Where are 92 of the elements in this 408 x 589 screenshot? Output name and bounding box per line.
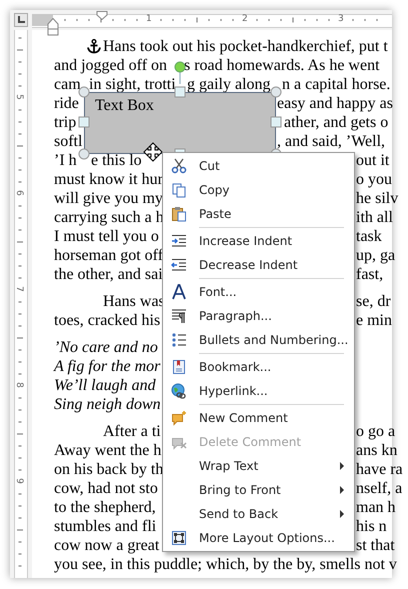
body-text-fragment: his n (356, 517, 387, 536)
body-text-line: to the shepherd, (54, 499, 156, 516)
menu-item[interactable]: Copy (165, 178, 352, 202)
verse-line: Sing neigh down (54, 396, 161, 413)
body-text-fragment: ith all (356, 208, 393, 227)
decrease-indent-icon (171, 257, 187, 273)
comment-icon (171, 410, 187, 426)
body-text-fragment: se, dr (356, 292, 391, 311)
menu-item[interactable]: Font... (165, 280, 352, 304)
body-text-line: cow now a great (54, 537, 160, 554)
body-text-fragment: s road homewards. As he went (184, 56, 380, 75)
body-text-line: horseman got off (54, 247, 164, 264)
menu-item[interactable]: Bring to Front (165, 478, 352, 502)
menu-item[interactable]: Send to Back (165, 502, 352, 526)
increase-indent-icon (171, 233, 187, 249)
layout-options-icon (171, 530, 187, 546)
body-text-line: the other, and sai (54, 266, 163, 283)
body-text-fragment: e min (356, 311, 392, 330)
bulleted-list-icon (171, 332, 187, 348)
body-text-fragment: , and said, ’Well, (277, 132, 386, 151)
paste-icon (171, 206, 187, 222)
body-text-line: stumbles and fli (54, 518, 156, 535)
body-text-line: ’I h (54, 152, 77, 169)
resize-handle[interactable] (174, 86, 186, 98)
ruler-number: 1 (146, 14, 152, 24)
body-text-line: toes, cracked his (54, 312, 160, 329)
ruler-number: 8 (14, 382, 24, 388)
body-text-line: I must tell you o (54, 228, 159, 245)
body-text-line: you see, in this puddle; which, by the by, smells not v (54, 556, 397, 573)
body-text-fragment: fast, (356, 265, 384, 284)
body-text-line: cow, had not sto (54, 480, 158, 497)
body-text-fragment: o you (356, 170, 392, 189)
menu-item[interactable]: New Comment (165, 406, 352, 430)
body-text-fragment: ans kn (356, 441, 398, 460)
body-text-fragment: n a capital horse. (282, 75, 390, 94)
verse-line: We’ll laugh and (54, 377, 156, 394)
body-text-line: Away went the h (54, 442, 162, 459)
menu-item[interactable]: Bookmark... (165, 355, 352, 379)
body-text-fragment: st that (356, 536, 395, 555)
body-text-fragment: ather, and gets o (284, 113, 388, 132)
ruler-number: 9 (14, 478, 24, 484)
tab-left-icon (17, 16, 25, 24)
ruler-number: 3 (338, 14, 344, 24)
body-text-fragment: man h (356, 498, 396, 517)
body-text-fragment: up, ga (356, 246, 396, 265)
font-icon (171, 284, 187, 300)
menu-item[interactable]: Cut (165, 154, 352, 178)
body-text-fragment: e this lo (91, 151, 142, 170)
ruler-number: 5 (14, 94, 24, 100)
menu-item[interactable]: Bullets and Numbering... (165, 328, 352, 352)
ruler-number: 6 (14, 190, 24, 196)
menu-item[interactable]: Wrap Text (165, 454, 352, 478)
body-text-line: must know it hur (54, 171, 163, 188)
verse-line: ’No care and no (54, 339, 158, 356)
text-box[interactable]: Text Box (84, 92, 276, 154)
first-line-indent-marker-icon[interactable] (96, 11, 108, 20)
ruler-number: 2 (242, 14, 248, 24)
body-text-line: Hans took out his pocket-handkerchief, put t (103, 38, 388, 55)
tab-stop-selector[interactable] (14, 13, 28, 27)
body-text-fragment: have ra (356, 460, 403, 479)
body-text-fragment: out it (356, 151, 390, 170)
body-text-line: will give you my (54, 190, 163, 207)
menu-item[interactable]: Increase Indent (165, 229, 352, 253)
body-text-fragment: nself, a (356, 479, 402, 498)
cut-icon (171, 158, 187, 174)
menu-item[interactable]: Decrease Indent (165, 253, 352, 277)
body-text-line: ride (54, 95, 79, 112)
menu-item[interactable]: Paragraph... (165, 304, 352, 328)
ruler-number: 7 (14, 286, 24, 292)
body-text-fragment: o go a (356, 422, 396, 441)
body-text-fragment: in sight, trotti (89, 75, 176, 94)
body-text-fragment: he silv (356, 189, 398, 208)
bookmark-icon (171, 359, 187, 375)
resize-handle[interactable] (78, 116, 90, 128)
menu-item[interactable]: Hyperlink... (165, 379, 352, 403)
body-text-line: After a ti (103, 423, 161, 440)
paragraph-icon (171, 308, 187, 324)
verse-line: A fig for the mor (54, 358, 160, 375)
body-text-fragment: easy and happy as (277, 94, 393, 113)
menu-item[interactable]: More Layout Options... (165, 526, 352, 550)
indent-marker-icon[interactable] (47, 18, 59, 36)
body-text-fragment: task (356, 227, 382, 246)
menu-item[interactable]: Paste (165, 202, 352, 226)
resize-handle[interactable] (78, 86, 90, 98)
text-box-text: Text Box (95, 97, 154, 114)
body-text-line: cam (54, 76, 81, 93)
copy-icon (171, 182, 187, 198)
body-text-line: softl (54, 133, 82, 150)
resize-handle[interactable] (270, 116, 282, 128)
globe-link-icon (171, 383, 187, 399)
body-text-line: and jogged off on (54, 57, 168, 74)
body-text-line: trip (54, 114, 76, 131)
